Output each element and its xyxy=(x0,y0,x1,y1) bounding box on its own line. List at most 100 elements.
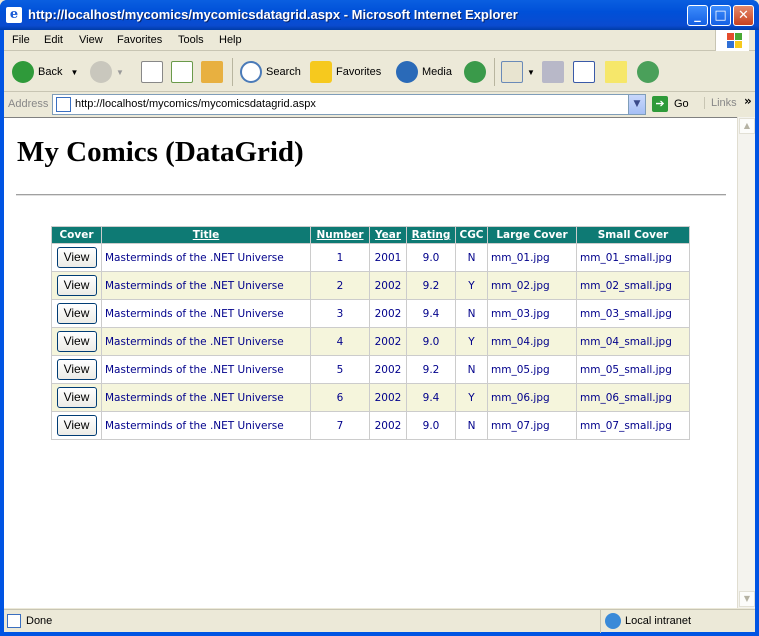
large-cover-cell: mm_03.jpg xyxy=(487,299,577,328)
messenger-icon xyxy=(637,61,659,83)
minimize-button[interactable]: _ xyxy=(687,5,708,26)
number-cell: 5 xyxy=(310,355,370,384)
search-icon xyxy=(240,61,262,83)
number-cell: 7 xyxy=(310,411,370,440)
view-button[interactable]: View xyxy=(56,303,97,324)
column-header-title[interactable]: Title xyxy=(101,226,311,244)
scroll-up-button[interactable]: ▲ xyxy=(739,118,755,134)
scroll-down-button[interactable]: ▼ xyxy=(739,591,755,607)
column-header-number[interactable]: Number xyxy=(310,226,370,244)
toolbar-separator xyxy=(494,58,495,86)
go-arrow-icon: ➔ xyxy=(652,96,668,112)
home-button[interactable] xyxy=(201,58,227,86)
close-button[interactable]: ✕ xyxy=(733,5,754,26)
chevron-down-icon: ▼ xyxy=(527,67,535,77)
discuss-button[interactable] xyxy=(605,58,631,86)
print-button[interactable] xyxy=(542,58,568,86)
cover-cell: View xyxy=(51,271,102,300)
vertical-scrollbar[interactable]: ▲ ▼ xyxy=(737,117,755,608)
large-cover-cell: mm_02.jpg xyxy=(487,271,577,300)
view-button[interactable]: View xyxy=(56,331,97,352)
messenger-button[interactable] xyxy=(637,58,663,86)
large-cover-cell: mm_07.jpg xyxy=(487,411,577,440)
browser-window: e http://localhost/mycomics/mycomicsdata… xyxy=(0,0,759,636)
column-header-year[interactable]: Year xyxy=(369,226,407,244)
view-button[interactable]: View xyxy=(56,415,97,436)
windows-flag-icon xyxy=(715,30,749,51)
number-cell: 6 xyxy=(310,383,370,412)
chevron-down-icon[interactable]: ▼ xyxy=(628,95,645,114)
rating-cell: 9.4 xyxy=(406,299,456,328)
status-text: Done xyxy=(26,615,53,627)
table-row: View Masterminds of the .NET Universe 1 200… xyxy=(51,243,690,272)
ie-logo-icon: e xyxy=(6,7,22,23)
maximize-button[interactable]: □ xyxy=(710,5,731,26)
toolbar-separator xyxy=(232,58,233,86)
large-cover-cell: mm_01.jpg xyxy=(487,243,577,272)
table-row: View Masterminds of the .NET Universe 3 200… xyxy=(51,299,690,328)
year-cell: 2002 xyxy=(369,271,407,300)
view-button[interactable]: View xyxy=(56,359,97,380)
menu-view[interactable]: View xyxy=(79,34,103,46)
year-cell: 2002 xyxy=(369,299,407,328)
chevron-right-icon[interactable]: » xyxy=(744,94,752,108)
refresh-icon xyxy=(171,61,193,83)
favorites-star-icon xyxy=(310,61,332,83)
back-button[interactable]: Back ▼ xyxy=(12,58,78,86)
rating-cell: 9.2 xyxy=(406,355,456,384)
small-cover-cell: mm_02_small.jpg xyxy=(576,271,690,300)
edit-button[interactable] xyxy=(573,58,599,86)
number-cell: 2 xyxy=(310,271,370,300)
view-button[interactable]: View xyxy=(56,247,97,268)
menu-bar: File Edit View Favorites Tools Help xyxy=(4,30,755,51)
mail-button[interactable]: ▼ xyxy=(501,58,535,86)
year-cell: 2002 xyxy=(369,411,407,440)
menu-help[interactable]: Help xyxy=(219,34,242,46)
media-button[interactable]: Media xyxy=(396,58,452,86)
view-button[interactable]: View xyxy=(56,387,97,408)
comics-datagrid: Cover Title Number Year Rating CGC Large… xyxy=(51,226,690,440)
column-header-cgc: CGC xyxy=(455,226,488,244)
chevron-down-icon: ▼ xyxy=(116,67,124,77)
title-cell: Masterminds of the .NET Universe xyxy=(101,327,311,356)
history-button[interactable] xyxy=(464,58,490,86)
large-cover-cell: mm_06.jpg xyxy=(487,383,577,412)
stop-button[interactable] xyxy=(141,58,167,86)
links-button[interactable]: Links xyxy=(704,97,737,109)
favorites-button[interactable]: Favorites xyxy=(310,58,381,86)
rating-cell: 9.0 xyxy=(406,243,456,272)
history-icon xyxy=(464,61,486,83)
edit-icon xyxy=(573,61,595,83)
search-button[interactable]: Search xyxy=(240,58,301,86)
cover-cell: View xyxy=(51,411,102,440)
cgc-cell: Y xyxy=(455,327,488,356)
title-bar[interactable]: e http://localhost/mycomics/mycomicsdata… xyxy=(0,0,759,30)
cover-cell: View xyxy=(51,327,102,356)
grid-header-row: Cover Title Number Year Rating CGC Large… xyxy=(51,226,690,244)
view-button[interactable]: View xyxy=(56,275,97,296)
forward-arrow-icon xyxy=(90,61,112,83)
go-button[interactable]: ➔ Go xyxy=(652,96,689,112)
rating-cell: 9.0 xyxy=(406,327,456,356)
menu-edit[interactable]: Edit xyxy=(44,34,63,46)
number-cell: 1 xyxy=(310,243,370,272)
column-header-rating[interactable]: Rating xyxy=(406,226,456,244)
rating-cell: 9.2 xyxy=(406,271,456,300)
large-cover-cell: mm_04.jpg xyxy=(487,327,577,356)
number-cell: 3 xyxy=(310,299,370,328)
title-cell: Masterminds of the .NET Universe xyxy=(101,355,311,384)
table-row: View Masterminds of the .NET Universe 5 200… xyxy=(51,355,690,384)
refresh-button[interactable] xyxy=(171,58,197,86)
menu-favorites[interactable]: Favorites xyxy=(117,34,162,46)
mail-icon xyxy=(501,61,523,83)
menu-tools[interactable]: Tools xyxy=(178,34,204,46)
media-icon xyxy=(396,61,418,83)
menu-file[interactable]: File xyxy=(12,34,30,46)
forward-button[interactable]: ▼ xyxy=(90,58,124,86)
title-cell: Masterminds of the .NET Universe xyxy=(101,383,311,412)
address-input[interactable]: http://localhost/mycomics/mycomicsdatagr… xyxy=(52,94,646,115)
rating-cell: 9.4 xyxy=(406,383,456,412)
column-header-large-cover: Large Cover xyxy=(487,226,577,244)
address-url[interactable]: http://localhost/mycomics/mycomicsdatagr… xyxy=(75,98,316,110)
cgc-cell: N xyxy=(455,299,488,328)
